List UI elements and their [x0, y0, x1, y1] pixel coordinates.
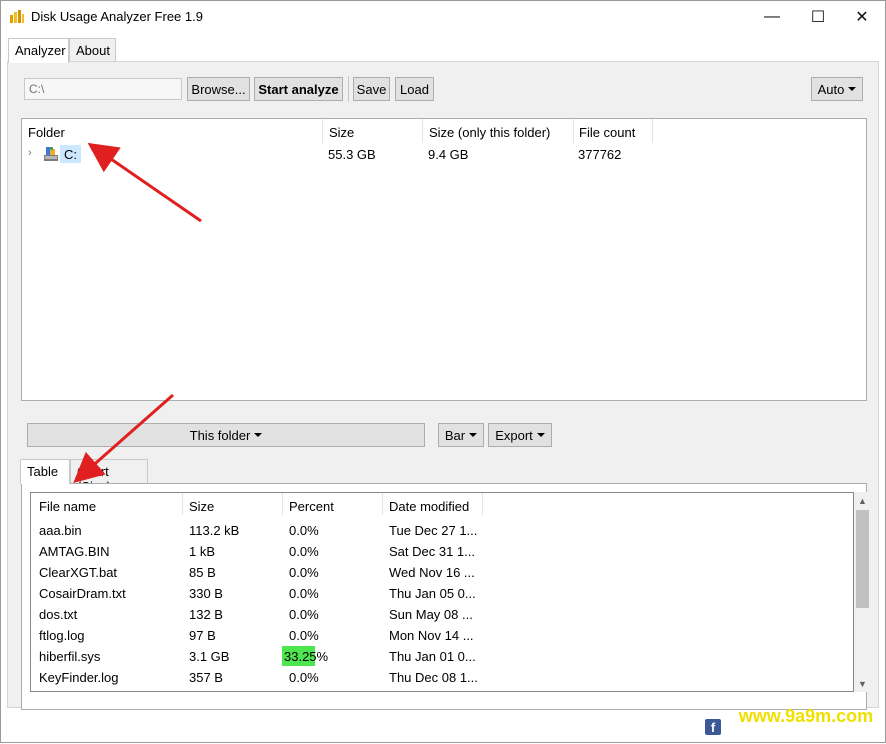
cell-percent: 0.0%: [289, 607, 319, 622]
facebook-icon[interactable]: f: [705, 719, 721, 735]
auto-dropdown[interactable]: Auto: [811, 77, 863, 101]
save-button[interactable]: Save: [353, 77, 390, 101]
scroll-thumb[interactable]: [856, 510, 869, 608]
cell-size: 357 B: [189, 670, 223, 685]
watermark: www.9a9m.com: [738, 705, 874, 726]
close-button[interactable]: ✕: [839, 1, 885, 32]
cell-date-modified: Tue Dec 27 1...: [389, 523, 478, 538]
tree-cell-file-count: 377762: [578, 147, 622, 162]
auto-dropdown-label: Auto: [817, 81, 845, 97]
table-row[interactable]: ftlog.log 97 B 0.0% Mon Nov 14 ...: [31, 625, 853, 646]
tab-table[interactable]: Table: [20, 459, 70, 484]
column-header-folder[interactable]: Folder: [22, 119, 323, 145]
column-header-size-only[interactable]: Size (only this folder): [423, 119, 574, 145]
tab-chart-size[interactable]: Chart (Size): [70, 459, 148, 494]
toolbar-separator: [348, 76, 349, 102]
chevron-down-icon: [254, 433, 263, 437]
export-label: Export: [495, 427, 533, 443]
column-header-file-count[interactable]: File count: [573, 119, 653, 145]
tree-cell-size-only: 9.4 GB: [428, 147, 469, 162]
cell-file-name: AMTAG.BIN: [39, 544, 110, 559]
column-header-date-modified[interactable]: Date modified: [389, 499, 469, 514]
column-divider[interactable]: [382, 493, 383, 515]
tree-cell-size: 55.3 GB: [328, 147, 376, 162]
this-folder-dropdown[interactable]: This folder: [27, 423, 425, 447]
bar-dropdown[interactable]: Bar: [438, 423, 484, 447]
cell-file-name: hiberfil.sys: [39, 649, 101, 664]
column-header-percent[interactable]: Percent: [289, 499, 334, 514]
maximize-button[interactable]: ☐: [795, 1, 841, 32]
cell-file-name: dos.txt: [39, 607, 78, 622]
cell-file-name: ftlog.log: [39, 628, 85, 643]
table-row[interactable]: aaa.bin 113.2 kB 0.0% Tue Dec 27 1...: [31, 520, 853, 541]
cell-size: 132 B: [189, 607, 223, 622]
file-table[interactable]: File name Size Percent Date modified aaa…: [30, 492, 854, 692]
drive-icon: [44, 147, 58, 161]
cell-file-name: aaa.bin: [39, 523, 82, 538]
cell-size: 85 B: [189, 565, 216, 580]
scroll-down-icon[interactable]: ▼: [854, 675, 871, 692]
column-header-size[interactable]: Size: [323, 119, 423, 145]
column-divider[interactable]: [482, 493, 483, 515]
minimize-button[interactable]: —: [749, 1, 795, 32]
path-input[interactable]: [24, 78, 182, 100]
cell-date-modified: Wed Nov 16 ...: [389, 565, 475, 580]
cell-date-modified: Thu Jan 05 0...: [389, 586, 476, 601]
table-row[interactable]: CosairDram.txt 330 B 0.0% Thu Jan 05 0...: [31, 583, 853, 604]
window-title: Disk Usage Analyzer Free 1.9: [31, 9, 203, 24]
cell-percent: 0.0%: [289, 565, 319, 580]
cell-percent: 0.0%: [289, 586, 319, 601]
cell-date-modified: Thu Dec 08 1...: [389, 670, 478, 685]
scroll-up-icon[interactable]: ▲: [854, 492, 871, 509]
start-analyze-button[interactable]: Start analyze: [254, 77, 343, 101]
cell-percent: 0.0%: [289, 523, 319, 538]
column-divider[interactable]: [652, 119, 653, 143]
app-window: Disk Usage Analyzer Free 1.9 — ☐ ✕ Analy…: [0, 0, 886, 743]
cell-date-modified: Sat Dec 31 1...: [389, 544, 475, 559]
cell-date-modified: Thu Jan 01 0...: [389, 649, 476, 664]
column-divider[interactable]: [282, 493, 283, 515]
cell-size: 330 B: [189, 586, 223, 601]
tab-analyzer[interactable]: Analyzer: [8, 38, 69, 63]
column-header-size[interactable]: Size: [189, 499, 214, 514]
cell-size: 97 B: [189, 628, 216, 643]
cell-percent: 0.0%: [289, 670, 319, 685]
table-row[interactable]: AMTAG.BIN 1 kB 0.0% Sat Dec 31 1...: [31, 541, 853, 562]
cell-file-name: ClearXGT.bat: [39, 565, 118, 580]
load-button[interactable]: Load: [395, 77, 434, 101]
chevron-down-icon: [848, 87, 857, 91]
cell-size: 1 kB: [189, 544, 216, 559]
table-row[interactable]: hiberfil.sys 3.1 GB 33.25% Thu Jan 01 0...: [31, 646, 853, 667]
bar-label: Bar: [444, 427, 466, 443]
cell-size: 3.1 GB: [189, 649, 230, 664]
cell-file-name: KeyFinder.log: [39, 670, 119, 685]
folder-tree[interactable]: Folder Size Size (only this folder) File…: [21, 118, 867, 401]
cell-date-modified: Mon Nov 14 ...: [389, 628, 474, 643]
browse-button[interactable]: Browse...: [187, 77, 250, 101]
table-row[interactable]: dos.txt 132 B 0.0% Sun May 08 ...: [31, 604, 853, 625]
tab-about[interactable]: About: [69, 38, 116, 62]
expand-chevron-icon[interactable]: ›: [28, 147, 32, 159]
cell-size: 113.2 kB: [189, 523, 240, 538]
cell-percent: 0.0%: [289, 628, 319, 643]
cell-file-name: CosairDram.txt: [39, 586, 126, 601]
export-dropdown[interactable]: Export: [488, 423, 552, 447]
analyzer-panel: Browse... Start analyze Save Load Auto F…: [7, 61, 879, 710]
table-panel: File name Size Percent Date modified aaa…: [21, 483, 871, 710]
table-scrollbar[interactable]: ▲ ▼: [854, 492, 871, 692]
column-divider[interactable]: [182, 493, 183, 515]
cell-percent: 0.0%: [289, 544, 319, 559]
title-bar[interactable]: Disk Usage Analyzer Free 1.9 — ☐ ✕: [1, 1, 885, 32]
cell-date-modified: Sun May 08 ...: [389, 607, 473, 622]
table-row[interactable]: KeyFinder.log 357 B 0.0% Thu Dec 08 1...: [31, 667, 853, 688]
app-icon: [10, 10, 24, 23]
this-folder-label: This folder: [189, 427, 251, 443]
cell-percent: 33.25%: [284, 649, 329, 664]
chevron-down-icon: [469, 433, 478, 437]
tree-row[interactable]: › C: 55.3 GB 9.4 GB 377762: [22, 145, 868, 165]
drive-label[interactable]: C:: [60, 145, 81, 163]
chevron-down-icon: [536, 433, 545, 437]
column-header-file-name[interactable]: File name: [39, 499, 96, 514]
table-row[interactable]: ClearXGT.bat 85 B 0.0% Wed Nov 16 ...: [31, 562, 853, 583]
